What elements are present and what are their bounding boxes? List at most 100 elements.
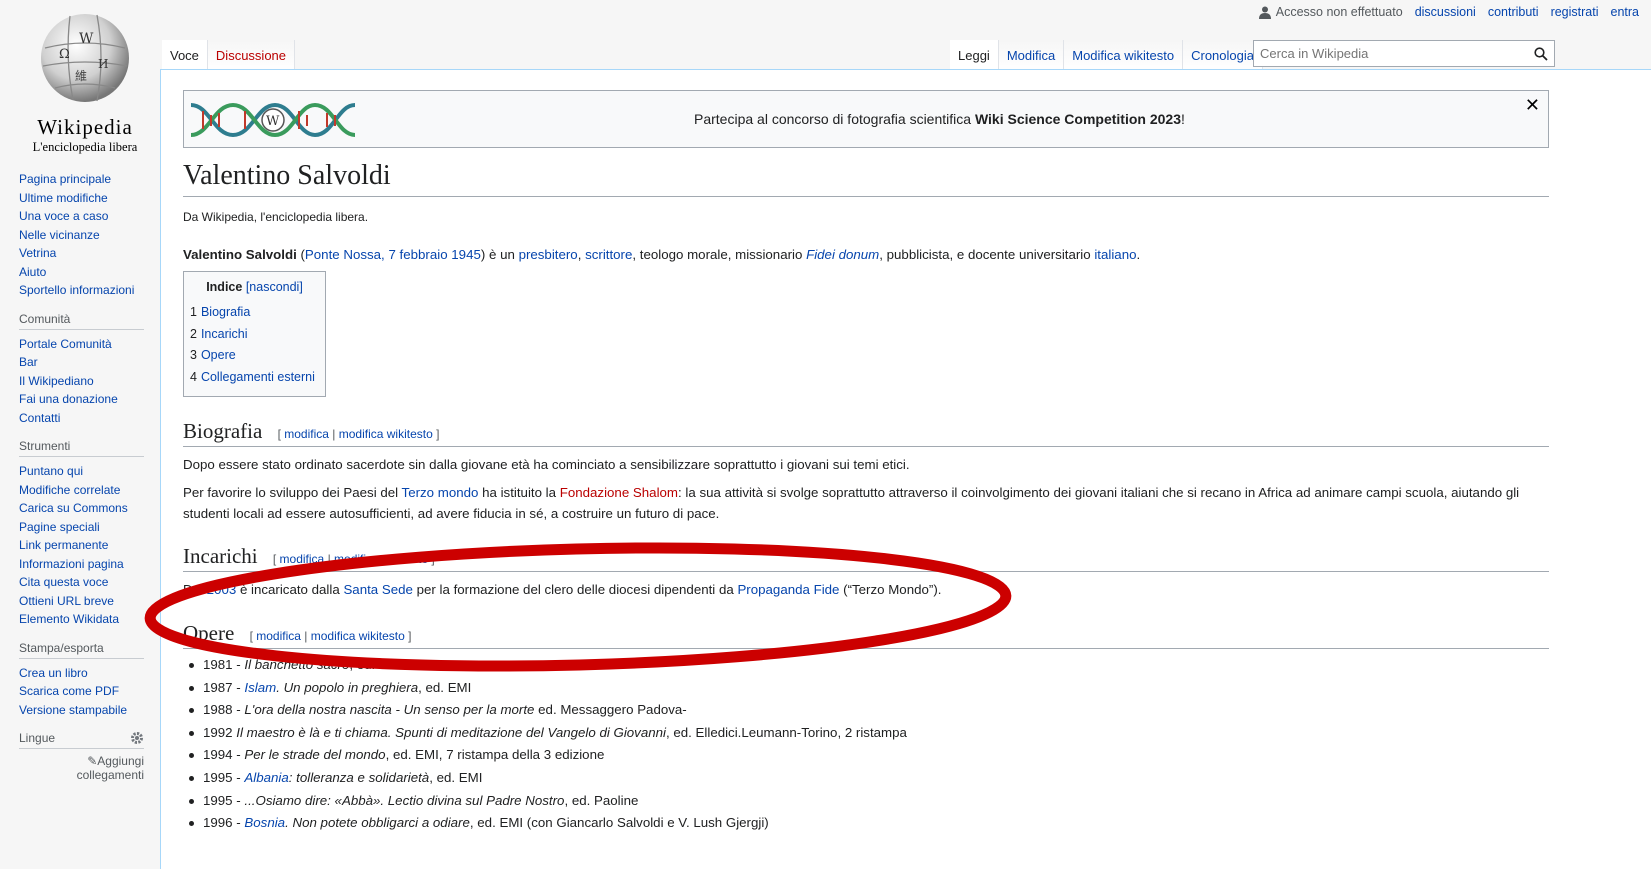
sidebar-item-download-pdf[interactable]: Scarica come PDF xyxy=(19,682,144,701)
list-item: 1995 - ...Osiamo dire: «Abbà». Lectio di… xyxy=(189,790,1503,813)
sidebar-item-create-book[interactable]: Crea un libro xyxy=(19,664,144,683)
edit-source-link[interactable]: modifica wikitesto xyxy=(334,552,428,566)
toc-link-opere[interactable]: Opere xyxy=(201,348,236,362)
sidebar-item-random[interactable]: Una voce a caso xyxy=(19,207,144,226)
tab-discussion[interactable]: Discussione xyxy=(207,40,296,71)
presbyter-link[interactable]: presbitero xyxy=(519,247,578,262)
sidebar-item-community-portal[interactable]: Portale Comunità xyxy=(19,335,144,354)
tab-article[interactable]: Voce xyxy=(162,40,208,71)
tab-edit-label: Modifica xyxy=(1006,48,1056,63)
edit-link[interactable]: modifica xyxy=(284,427,329,441)
work-year: 1996 - xyxy=(203,815,245,831)
sidebar-item-upload-commons[interactable]: Carica su Commons xyxy=(19,499,144,518)
toc-link-biografia[interactable]: Biografia xyxy=(201,305,250,319)
banner-text-lead: Partecipa al concorso di fotografia scie… xyxy=(694,111,975,127)
year-2003-link[interactable]: 2003 xyxy=(207,582,237,597)
sidebar-item-nearby[interactable]: Nelle vicinanze xyxy=(19,226,144,245)
create-account-link[interactable]: registrati xyxy=(1551,5,1599,19)
sidebar-item-wikidata[interactable]: Elemento Wikidata xyxy=(19,610,144,629)
toc-item[interactable]: 2 Incarichi xyxy=(190,324,319,346)
sidebar-item-cite[interactable]: Cita questa voce xyxy=(19,573,144,592)
holy-see-link[interactable]: Santa Sede xyxy=(343,582,413,597)
list-item: 1995 - Albania: tolleranza e solidarietà… xyxy=(189,767,1503,790)
toc-item[interactable]: 1 Biografia xyxy=(190,302,319,324)
sidebar-item-what-links-here[interactable]: Puntano qui xyxy=(19,462,144,481)
sidebar-item-featured[interactable]: Vetrina xyxy=(19,244,144,263)
toc-link-external[interactable]: Collegamenti esterni xyxy=(201,370,315,384)
search-input[interactable] xyxy=(1254,45,1528,62)
section-title: Incarichi xyxy=(183,544,258,568)
edit-link[interactable]: modifica xyxy=(256,629,301,643)
sidebar-print: Crea un libro Scarica come PDF Versione … xyxy=(19,664,144,720)
toc-item[interactable]: 3 Opere xyxy=(190,345,319,367)
work-publisher: , ed. Paoline xyxy=(564,792,639,808)
sidebar-item-special-pages[interactable]: Pagine speciali xyxy=(19,518,144,537)
fidei-donum-link[interactable]: Fidei donum xyxy=(806,247,879,262)
anon-label: Accesso non effettuato xyxy=(1275,5,1403,19)
section-title: Opere xyxy=(183,621,235,645)
sidebar-item-help[interactable]: Aiuto xyxy=(19,263,144,282)
toc-number: 2 xyxy=(190,326,197,341)
edit-source-link[interactable]: modifica wikitesto xyxy=(311,629,405,643)
sidebar-heading-print: Stampa/esporta xyxy=(19,641,144,659)
table-of-contents: Indice [nascondi] 1 Biografia 2 Incarichi … xyxy=(183,271,326,397)
tab-read[interactable]: Leggi xyxy=(950,40,999,71)
subject-name: Valentino Salvoldi xyxy=(183,247,297,262)
svg-text:維: 維 xyxy=(75,69,87,83)
svg-text:W: W xyxy=(79,31,94,47)
sidebar-item-main-page[interactable]: Pagina principale xyxy=(19,170,144,189)
banner-link[interactable]: Wiki Science Competition 2023 xyxy=(975,111,1181,127)
intro-text: . xyxy=(1136,247,1141,262)
sidebar-item-donate[interactable]: Fai una donazione xyxy=(19,390,144,409)
shalom-foundation-link[interactable]: Fondazione Shalom xyxy=(560,485,678,500)
work-publisher: , ed. EMI xyxy=(418,679,472,695)
add-links[interactable]: ✎Aggiungi collegamenti xyxy=(19,754,144,782)
toc-toggle[interactable]: [nascondi] xyxy=(246,280,303,294)
albania-link[interactable]: Albania xyxy=(244,770,288,785)
propaganda-fide-link[interactable]: Propaganda Fide xyxy=(737,582,839,597)
toc-title-label: Indice xyxy=(206,280,243,294)
bio-paragraph-2: Per favorire lo sviluppo dei Paesi del T… xyxy=(183,482,1533,524)
intro-text: ( xyxy=(296,247,305,262)
sidebar-item-short-url[interactable]: Ottieni URL breve xyxy=(19,592,144,611)
sidebar-item-printable[interactable]: Versione stampabile xyxy=(19,701,144,720)
sidebar-heading-community: Comunità xyxy=(19,312,144,330)
sidebar-item-contacts[interactable]: Contatti xyxy=(19,409,144,428)
bosnia-link[interactable]: Bosnia xyxy=(244,815,285,830)
work-title: Per le strade del mondo xyxy=(244,747,386,763)
search-button[interactable] xyxy=(1528,46,1554,61)
sidebar-item-related-changes[interactable]: Modifiche correlate xyxy=(19,481,144,500)
gear-icon[interactable] xyxy=(130,731,144,745)
third-world-link[interactable]: Terzo mondo xyxy=(402,485,479,500)
edit-source-link[interactable]: modifica wikitesto xyxy=(339,427,433,441)
talk-link[interactable]: discussioni xyxy=(1415,5,1476,19)
tab-edit[interactable]: Modifica xyxy=(998,40,1065,71)
sidebar-item-page-info[interactable]: Informazioni pagina xyxy=(19,555,144,574)
italian-link[interactable]: italiano xyxy=(1094,247,1136,262)
sidebar-item-wikipediano[interactable]: Il Wikipediano xyxy=(19,372,144,391)
tab-history[interactable]: Cronologia xyxy=(1183,40,1263,71)
central-notice-banner: W Partecipa al concorso di fotografia sc… xyxy=(183,90,1549,148)
sidebar-item-permanent-link[interactable]: Link permanente xyxy=(19,536,144,555)
toc-item[interactable]: 4 Collegamenti esterni xyxy=(190,367,319,389)
sidebar-item-info-desk[interactable]: Sportello informazioni xyxy=(19,281,144,300)
login-link[interactable]: entra xyxy=(1611,5,1640,19)
tab-edit-source[interactable]: Modifica wikitesto xyxy=(1064,40,1184,71)
tab-article-label: Voce xyxy=(170,48,199,63)
birth-link[interactable]: Ponte Nossa, 7 febbraio 1945 xyxy=(305,247,481,262)
sidebar-heading-languages: Lingue xyxy=(19,731,144,749)
toc-link-incarichi[interactable]: Incarichi xyxy=(201,327,248,341)
sidebar-item-recent-changes[interactable]: Ultime modifiche xyxy=(19,189,144,208)
islam-link[interactable]: Islam xyxy=(244,680,276,695)
sidebar-item-bar[interactable]: Bar xyxy=(19,353,144,372)
svg-text:W: W xyxy=(266,114,280,129)
languages-label: Lingue xyxy=(19,731,56,745)
edit-link[interactable]: modifica xyxy=(280,552,325,566)
close-icon[interactable]: ✕ xyxy=(1525,95,1540,116)
wikipedia-logo[interactable]: Ω W И 維 Wikipedia L'enciclopedia libera xyxy=(10,8,160,155)
work-year: 1994 - xyxy=(203,747,245,763)
writer-link[interactable]: scrittore xyxy=(585,247,632,262)
contributions-link[interactable]: contributi xyxy=(1488,5,1539,19)
bracket: ] xyxy=(432,427,440,441)
bracket: ] xyxy=(428,552,435,566)
